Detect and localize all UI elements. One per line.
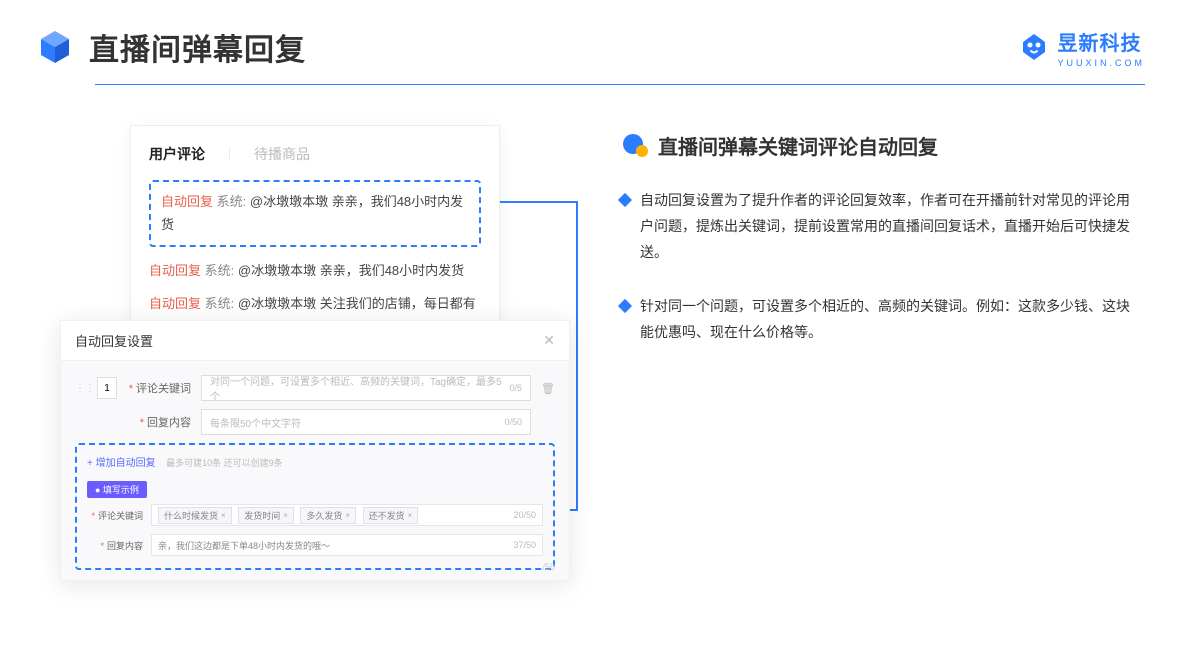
keyword-label: *评论关键词 <box>127 380 191 396</box>
comment-line: 自动回复 系统: @冰墩墩本墩 亲亲，我们48小时内发货 <box>149 259 481 282</box>
diamond-icon <box>618 193 632 207</box>
tab-row: 用户评论 待播商品 <box>149 144 481 164</box>
cube-icon <box>35 27 75 67</box>
example-keyword-input[interactable]: 什么时候发货× 发货时间× 多久发货× 还不发货× 20/50 <box>151 504 543 526</box>
main: 用户评论 待播商品 自动回复 系统: @冰墩墩本墩 亲亲，我们48小时内发货 自… <box>0 85 1180 376</box>
delete-icon[interactable]: 🗑 <box>541 382 555 395</box>
tag-remove-icon: × <box>221 511 226 520</box>
tag-remove-icon: × <box>345 511 350 520</box>
form-row: ⋮⋮ 1 *评论关键词 对同一个问题，可设置多个相近、高频的关键词，Tag确定，… <box>75 375 555 401</box>
stray-counter: /50 <box>542 562 555 572</box>
example-content-row: *回复内容 亲，我们这边都是下单48小时内发货的哦～ 37/50 <box>87 534 543 556</box>
brand-sub: YUUXIN.COM <box>1057 58 1145 68</box>
system-label: 系统: <box>205 263 235 278</box>
page-title: 直播间弹幕回复 <box>89 25 306 69</box>
title-group: 直播间弹幕回复 <box>35 25 306 69</box>
settings-card: 自动回复设置 ✕ ⋮⋮ 1 *评论关键词 对同一个问题，可设置多个相近、高频的关… <box>60 320 570 581</box>
bullet-text: 自动回复设置为了提升作者的评论回复效率，作者可在开播前针对常见的评论用户问题，提… <box>640 188 1135 266</box>
auto-reply-tag: 自动回复 <box>161 194 213 209</box>
bullet-item: 针对同一个问题，可设置多个相近的、高频的关键词。例如：这款多少钱、这块能优惠吗、… <box>620 294 1145 346</box>
keyword-tag[interactable]: 多久发货× <box>300 507 356 524</box>
feature-heading: 直播间弹幕关键词评论自动回复 <box>658 131 938 160</box>
counter: 37/50 <box>513 540 536 550</box>
feature-title: 直播间弹幕关键词评论自动回复 <box>620 131 1145 160</box>
close-icon[interactable]: ✕ <box>543 332 555 349</box>
counter: 0/5 <box>509 383 522 393</box>
example-content-label: *回复内容 <box>87 539 143 552</box>
placeholder-text: 每条限50个中文字符 <box>210 415 301 430</box>
left-column: 用户评论 待播商品 自动回复 系统: @冰墩墩本墩 亲亲，我们48小时内发货 自… <box>60 125 580 376</box>
header: 直播间弹幕回复 昱新科技 YUUXIN.COM <box>0 0 1180 69</box>
form-row: *回复内容 每条限50个中文字符 0/50 <box>75 409 555 435</box>
settings-title: 自动回复设置 <box>75 331 153 350</box>
keyword-tag[interactable]: 发货时间× <box>238 507 294 524</box>
auto-reply-tag: 自动回复 <box>149 296 201 311</box>
example-keyword-row: *评论关键词 什么时候发货× 发货时间× 多久发货× 还不发货× 20/50 <box>87 504 543 526</box>
keyword-input[interactable]: 对同一个问题，可设置多个相近、高频的关键词，Tag确定，最多5个 0/5 <box>201 375 531 401</box>
comment-text: @冰墩墩本墩 亲亲，我们48小时内发货 <box>238 263 464 278</box>
placeholder-text: 对同一个问题，可设置多个相近、高频的关键词，Tag确定，最多5个 <box>210 373 509 403</box>
settings-body: ⋮⋮ 1 *评论关键词 对同一个问题，可设置多个相近、高频的关键词，Tag确定，… <box>61 361 569 580</box>
content-input[interactable]: 每条限50个中文字符 0/50 <box>201 409 531 435</box>
comment-line: 自动回复 系统: @冰墩墩本墩 亲亲，我们48小时内发货 <box>161 190 469 237</box>
drag-handle-icon[interactable]: ⋮⋮ <box>75 383 87 394</box>
settings-header: 自动回复设置 ✕ <box>61 321 569 361</box>
brand-name: 昱新科技 <box>1057 27 1145 56</box>
example-content-text: 亲，我们这边都是下单48小时内发货的哦～ <box>158 539 330 552</box>
chat-bubble-icon <box>620 134 648 158</box>
keyword-tag[interactable]: 什么时候发货× <box>158 507 232 524</box>
hint-text: 最多可建10条 还可以创建9条 <box>166 458 283 468</box>
example-keyword-label: *评论关键词 <box>87 509 143 522</box>
counter: 0/50 <box>504 417 522 427</box>
system-label: 系统: <box>205 296 235 311</box>
tab-comments[interactable]: 用户评论 <box>149 144 205 164</box>
tab-products[interactable]: 待播商品 <box>254 144 310 164</box>
connector <box>576 201 578 511</box>
example-badge: ● 填写示例 <box>87 481 147 498</box>
keyword-tag[interactable]: 还不发货× <box>363 507 419 524</box>
brand-logo: 昱新科技 YUUXIN.COM <box>1019 27 1145 68</box>
bullet-item: 自动回复设置为了提升作者的评论回复效率，作者可在开播前针对常见的评论用户问题，提… <box>620 188 1145 266</box>
counter: 20/50 <box>513 510 536 520</box>
tag-remove-icon: × <box>408 511 413 520</box>
auto-reply-tag: 自动回复 <box>149 263 201 278</box>
tab-divider <box>229 147 230 161</box>
example-area: + 增加自动回复 最多可建10条 还可以创建9条 ● 填写示例 *评论关键词 什… <box>75 443 555 570</box>
system-label: 系统: <box>217 194 247 209</box>
index-box: 1 <box>97 377 117 399</box>
diamond-icon <box>618 299 632 313</box>
content-label: *回复内容 <box>127 414 191 430</box>
connector <box>500 201 578 203</box>
example-content-input[interactable]: 亲，我们这边都是下单48小时内发货的哦～ 37/50 <box>151 534 543 556</box>
add-autoreply-link[interactable]: + 增加自动回复 <box>87 458 156 469</box>
comment-highlight: 自动回复 系统: @冰墩墩本墩 亲亲，我们48小时内发货 <box>149 180 481 247</box>
tag-remove-icon: × <box>283 511 288 520</box>
bullet-text: 针对同一个问题，可设置多个相近的、高频的关键词。例如：这款多少钱、这块能优惠吗、… <box>640 294 1135 346</box>
right-column: 直播间弹幕关键词评论自动回复 自动回复设置为了提升作者的评论回复效率，作者可在开… <box>620 125 1145 376</box>
